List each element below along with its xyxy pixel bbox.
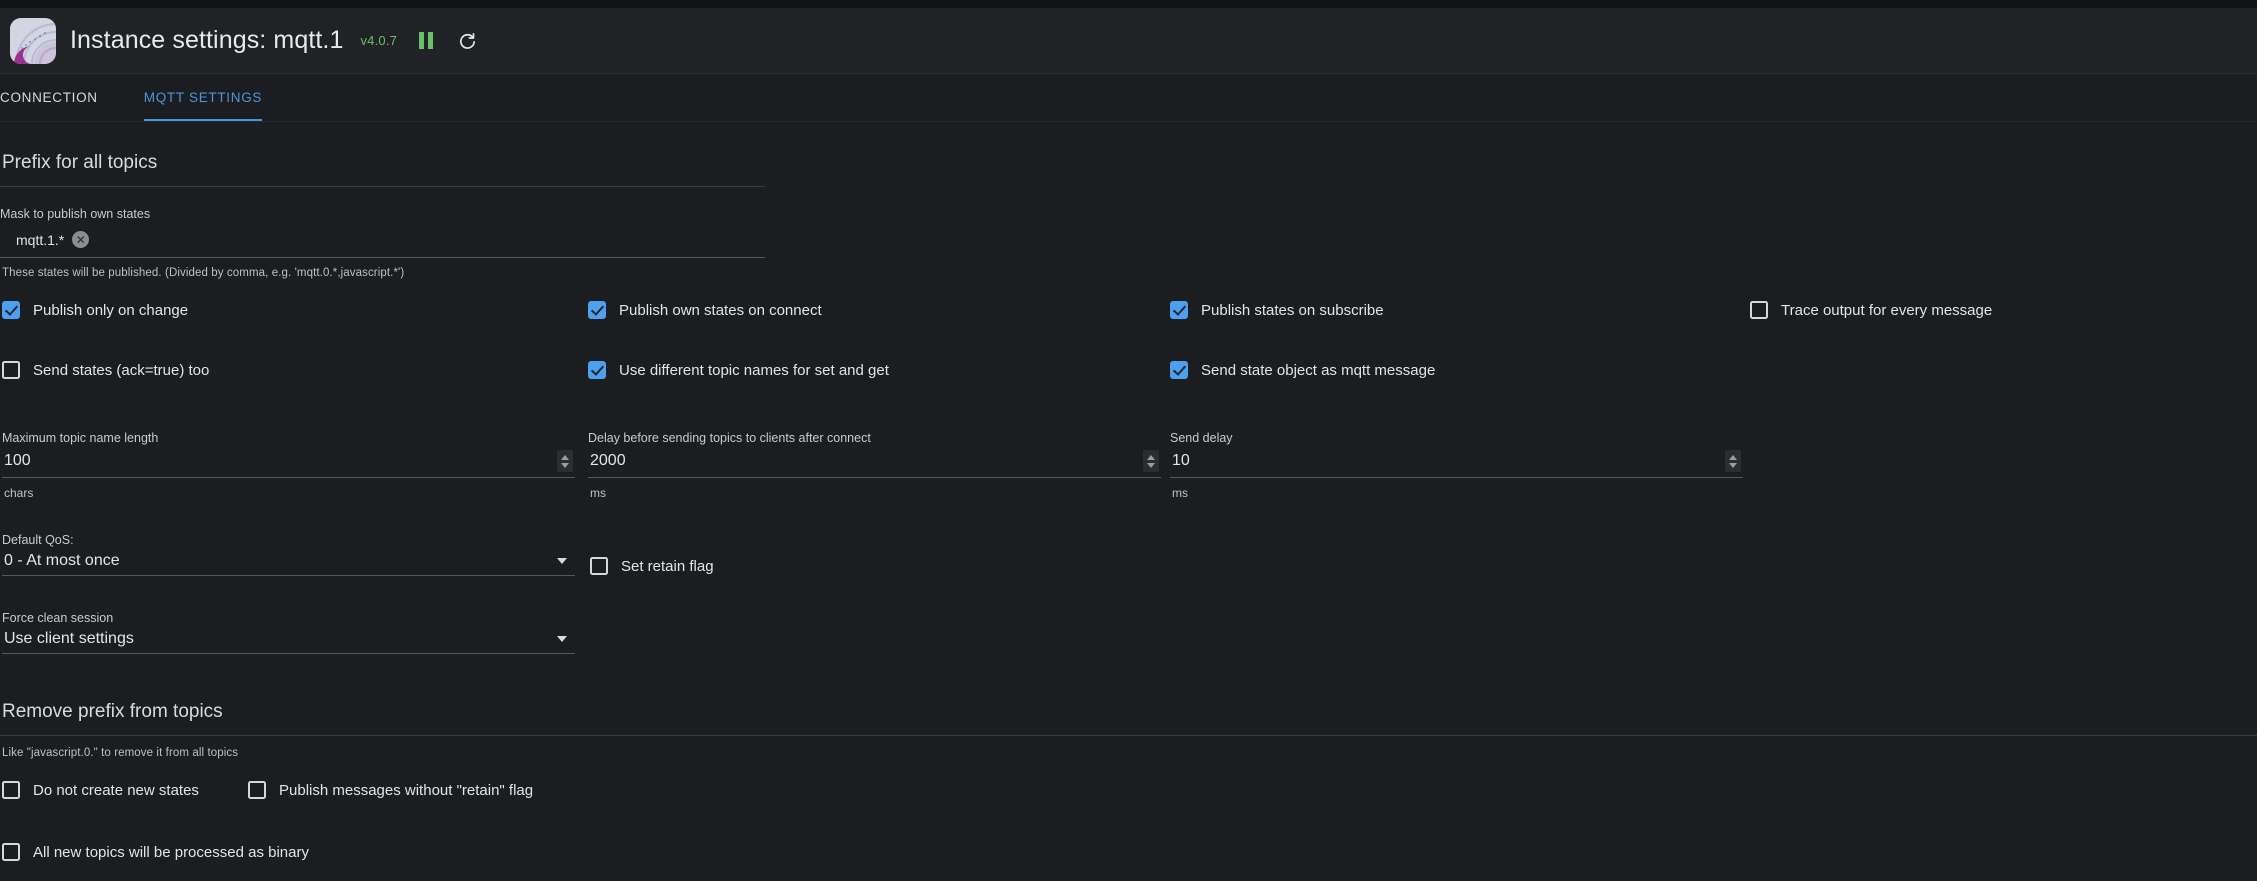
- checkbox-icon: [1170, 361, 1188, 379]
- tab-mqtt-settings[interactable]: MQTT SETTINGS: [122, 74, 284, 121]
- default-qos-value: 0 - At most once: [4, 552, 120, 569]
- checkbox-row-1: Publish only on change Publish own state…: [0, 301, 2257, 361]
- checkbox-do-not-create-new-states[interactable]: Do not create new states: [2, 781, 199, 799]
- adapter-version: v4.0.7: [360, 33, 398, 48]
- section-title-remove-prefix: Remove prefix from topics: [2, 701, 223, 722]
- tab-bar: CONNECTION MQTT SETTINGS: [0, 74, 2257, 122]
- quantity-stepper[interactable]: [1725, 450, 1741, 472]
- checkbox-icon: [2, 361, 20, 379]
- checkbox-send-state-object[interactable]: Send state object as mqtt message: [1170, 361, 1435, 379]
- pause-button[interactable]: [413, 28, 439, 54]
- qos-row: Default QoS: 0 - At most once Set retain…: [0, 533, 2257, 611]
- checkbox-send-states-ack[interactable]: Send states (ack=true) too: [2, 361, 209, 379]
- checkbox-label: Use different topic names for set and ge…: [619, 361, 889, 379]
- checkbox-all-new-topics-binary[interactable]: All new topics will be processed as bina…: [2, 843, 309, 861]
- checkbox-label: Send state object as mqtt message: [1201, 361, 1436, 379]
- window-top-strip: [0, 0, 2257, 8]
- field-delay-before-sending: Delay before sending topics to clients a…: [588, 431, 1161, 500]
- tab-connection-label: CONNECTION: [0, 90, 98, 105]
- mask-chips-input[interactable]: mqtt.1.* ✕: [0, 226, 765, 258]
- checkbox-label: Publish states on subscribe: [1201, 301, 1384, 319]
- mqtt-adapter-logo-icon: [10, 17, 56, 64]
- number-input-wrapper[interactable]: 10: [1170, 450, 1743, 478]
- field-label: Send delay: [1170, 431, 1233, 445]
- refresh-icon: [460, 32, 476, 49]
- checkbox-icon: [588, 361, 606, 379]
- checkbox-label: Publish only on change: [33, 301, 189, 319]
- send-delay-input[interactable]: 10: [1170, 452, 1725, 470]
- chevron-down-icon: [557, 558, 567, 564]
- quantity-stepper[interactable]: [557, 450, 573, 472]
- force-clean-session-select[interactable]: Use client settings: [2, 630, 575, 654]
- field-unit: chars: [4, 486, 34, 500]
- mask-helper-text: These states will be published. (Divided…: [2, 267, 405, 279]
- chevron-down-icon: [557, 636, 567, 642]
- field-force-clean-session: Force clean session Use client settings: [2, 611, 575, 654]
- checkbox-publish-only-on-change[interactable]: Publish only on change: [2, 301, 188, 319]
- checkbox-publish-own-states-on-connect[interactable]: Publish own states on connect: [588, 301, 822, 319]
- checkbox-set-retain-flag[interactable]: Set retain flag: [590, 557, 714, 575]
- checkbox-row-4: All new topics will be processed as bina…: [0, 843, 2257, 881]
- field-unit: ms: [1172, 486, 1188, 500]
- pause-icon: [419, 32, 434, 49]
- checkbox-publish-states-on-subscribe[interactable]: Publish states on subscribe: [1170, 301, 1384, 319]
- refresh-button[interactable]: [455, 28, 481, 54]
- page-title: Instance settings: mqtt.1: [70, 26, 344, 54]
- checkbox-icon: [1170, 301, 1188, 319]
- field-label: Force clean session: [2, 611, 114, 625]
- field-label: Default QoS:: [2, 533, 74, 547]
- field-default-qos: Default QoS: 0 - At most once: [2, 533, 575, 576]
- checkbox-icon: [2, 301, 20, 319]
- field-max-topic-length: Maximum topic name length 100 chars: [2, 431, 575, 500]
- force-clean-session-value: Use client settings: [4, 630, 134, 647]
- number-input-wrapper[interactable]: 2000: [588, 450, 1161, 478]
- field-unit: ms: [590, 486, 606, 500]
- mask-chip-label: mqtt.1.*: [16, 231, 65, 248]
- tab-mqtt-settings-label: MQTT SETTINGS: [143, 90, 263, 105]
- checkbox-icon: [588, 301, 606, 319]
- field-label: Delay before sending topics to clients a…: [588, 431, 871, 445]
- checkbox-label: All new topics will be processed as bina…: [33, 843, 309, 861]
- app-header: Instance settings: mqtt.1 v4.0.7: [0, 8, 2257, 74]
- tab-connection[interactable]: CONNECTION: [0, 74, 122, 121]
- checkbox-publish-without-retain[interactable]: Publish messages without "retain" flag: [248, 781, 533, 799]
- number-fields-row: Maximum topic name length 100 chars Dela…: [0, 431, 2257, 531]
- settings-content: Prefix for all topics Mask to publish ow…: [0, 122, 2257, 881]
- mask-chip[interactable]: mqtt.1.* ✕: [2, 229, 93, 250]
- clean-session-row: Force clean session Use client settings: [0, 611, 2257, 683]
- checkbox-use-different-topic-names[interactable]: Use different topic names for set and ge…: [588, 361, 889, 379]
- default-qos-select[interactable]: 0 - At most once: [2, 552, 575, 576]
- field-label: Maximum topic name length: [2, 431, 159, 445]
- close-icon[interactable]: ✕: [72, 231, 90, 248]
- checkbox-label: Publish own states on connect: [619, 301, 822, 319]
- checkbox-label: Publish messages without "retain" flag: [279, 781, 534, 799]
- checkbox-icon: [590, 557, 608, 575]
- mask-field: Mask to publish own states mqtt.1.* ✕ Th…: [0, 187, 2257, 279]
- checkbox-label: Set retain flag: [621, 557, 714, 575]
- section-title-prefix: Prefix for all topics: [2, 152, 158, 173]
- mask-field-label: Mask to publish own states: [0, 207, 151, 221]
- checkbox-row-3: Do not create new states Publish message…: [0, 781, 2257, 843]
- checkbox-label: Do not create new states: [33, 781, 199, 799]
- checkbox-label: Send states (ack=true) too: [33, 361, 210, 379]
- checkbox-label: Trace output for every message: [1781, 301, 1993, 319]
- checkbox-icon: [2, 781, 20, 799]
- max-topic-length-input[interactable]: 100: [2, 452, 557, 470]
- delay-before-sending-input[interactable]: 2000: [588, 452, 1143, 470]
- checkbox-icon: [2, 843, 20, 861]
- checkbox-row-2: Send states (ack=true) too Use different…: [0, 361, 2257, 419]
- remove-prefix-helper-text: Like "javascript.0." to remove it from a…: [2, 747, 239, 759]
- checkbox-icon: [1750, 301, 1768, 319]
- number-input-wrapper[interactable]: 100: [2, 450, 575, 478]
- quantity-stepper[interactable]: [1143, 450, 1159, 472]
- field-send-delay: Send delay 10 ms: [1170, 431, 1743, 500]
- checkbox-trace-output[interactable]: Trace output for every message: [1750, 301, 1992, 319]
- checkbox-icon: [248, 781, 266, 799]
